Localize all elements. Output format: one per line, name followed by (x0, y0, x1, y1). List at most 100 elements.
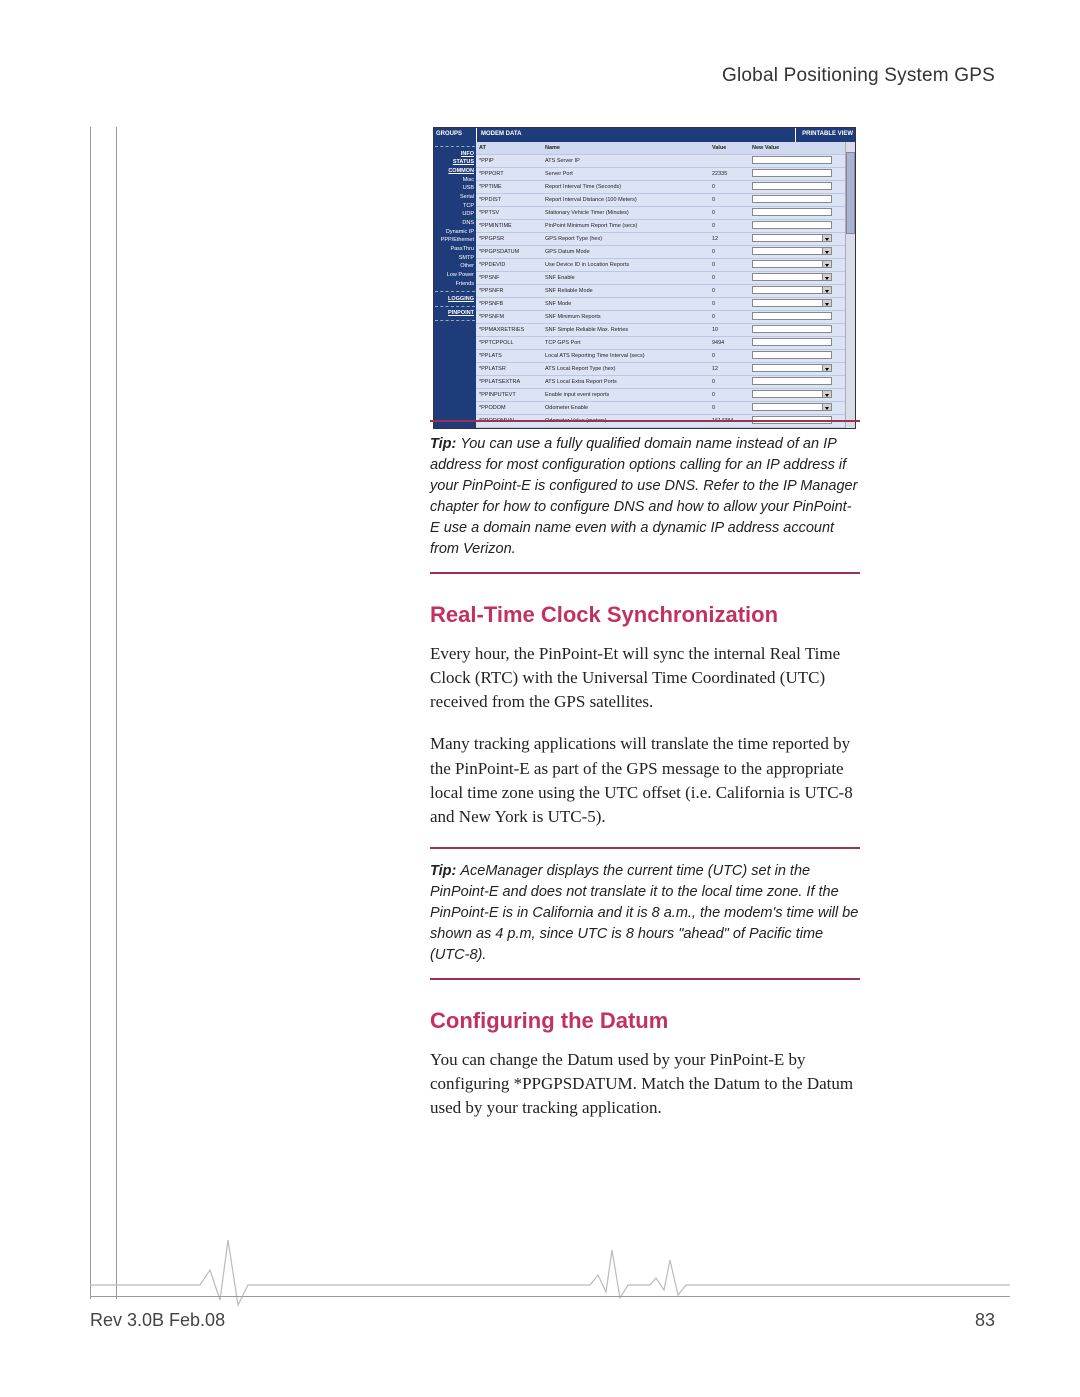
at-cell: *PPINPUTEVT (476, 392, 542, 398)
newvalue-select[interactable] (752, 364, 832, 372)
newvalue-input[interactable] (752, 338, 832, 346)
newvalue-input[interactable] (752, 195, 832, 203)
sidebar-logging[interactable]: LOGGING (435, 295, 475, 304)
newvalue-input[interactable] (752, 377, 832, 385)
newvalue-select[interactable] (752, 390, 832, 398)
newvalue-select[interactable] (752, 260, 832, 268)
newvalue-cell (749, 182, 845, 192)
value-cell: 0 (709, 301, 749, 307)
newvalue-cell (749, 351, 845, 361)
newvalue-select[interactable] (752, 234, 832, 242)
config-row: *PPTCPPOLLTCP GPS Port9494 (476, 337, 845, 350)
col-value: Value (709, 145, 749, 151)
config-row: *PPMINTIMEPinPoint Minimum Report Time (… (476, 220, 845, 233)
newvalue-cell (749, 195, 845, 205)
newvalue-cell (749, 286, 845, 296)
col-name: Name (542, 145, 709, 151)
config-row: *PPSNFMSNF Minimum Reports0 (476, 311, 845, 324)
name-cell: SNF Simple Reliable Max. Retries (542, 327, 709, 333)
rtc-paragraph-2: Many tracking applications will translat… (430, 732, 860, 829)
newvalue-select[interactable] (752, 247, 832, 255)
value-cell: 0 (709, 353, 749, 359)
config-row: *PPDEVIDUse Device ID in Location Report… (476, 259, 845, 272)
sidebar-serial[interactable]: Serial (435, 193, 475, 202)
value-cell: 0 (709, 184, 749, 190)
newvalue-select[interactable] (752, 273, 832, 281)
sidebar-common[interactable]: COMMON (435, 167, 475, 176)
name-cell: Report Interval Time (Seconds) (542, 184, 709, 190)
value-cell: 0 (709, 288, 749, 294)
name-cell: SNF Reliable Mode (542, 288, 709, 294)
heading-datum: Configuring the Datum (430, 1008, 860, 1034)
value-cell: 0 (709, 210, 749, 216)
at-cell: *PPTSV (476, 210, 542, 216)
config-row: *PPSNFSNF Enable0 (476, 272, 845, 285)
sidebar-pppeth[interactable]: PPP/Ethernet (435, 237, 475, 246)
tip-utc: Tip: AceManager displays the current tim… (430, 847, 860, 980)
newvalue-cell (749, 260, 845, 270)
sidebar-info[interactable]: INFO (435, 150, 475, 159)
newvalue-input[interactable] (752, 156, 832, 164)
ecg-decoration (90, 1230, 1010, 1310)
newvalue-input[interactable] (752, 221, 832, 229)
at-cell: *PPTIME (476, 184, 542, 190)
margin-rule-inner (116, 127, 117, 1299)
sidebar-smtp[interactable]: SMTP (435, 254, 475, 263)
newvalue-cell (749, 156, 845, 166)
value-cell: 9494 (709, 340, 749, 346)
sidebar-pinpoint[interactable]: PINPOINT (435, 310, 475, 319)
newvalue-cell (749, 377, 845, 387)
sidebar-usb[interactable]: USB (435, 185, 475, 194)
newvalue-cell (749, 221, 845, 231)
config-grid: AT Name Value New Value *PPIPATS Server … (476, 142, 845, 428)
sidebar-status[interactable]: STATUS (435, 159, 475, 168)
newvalue-input[interactable] (752, 208, 832, 216)
rtc-paragraph-1: Every hour, the PinPoint-Et will sync th… (430, 642, 860, 714)
screenshot-header: GROUPS MODEM DATA PRINTABLE VIEW (434, 128, 855, 142)
name-cell: PinPoint Minimum Report Time (secs) (542, 223, 709, 229)
sidebar-passthru[interactable]: PassThru (435, 246, 475, 255)
at-cell: *PPDEVID (476, 262, 542, 268)
value-cell: 0 (709, 197, 749, 203)
newvalue-cell (749, 299, 845, 309)
at-cell: *PPDIST (476, 197, 542, 203)
at-cell: *PPSNF (476, 275, 542, 281)
printable-view-link[interactable]: PRINTABLE VIEW (795, 128, 855, 142)
config-row: *PPDISTReport Interval Distance (100 Met… (476, 194, 845, 207)
sidebar-dns[interactable]: DNS (435, 220, 475, 229)
config-row: *PPTIMEReport Interval Time (Seconds)0 (476, 181, 845, 194)
newvalue-input[interactable] (752, 182, 832, 190)
at-cell: *PPSNFB (476, 301, 542, 307)
value-cell: 0 (709, 249, 749, 255)
config-row: *PPGPSRGPS Report Type (hex)12 (476, 233, 845, 246)
value-cell: 0 (709, 262, 749, 268)
name-cell: SNF Enable (542, 275, 709, 281)
sidebar-lowpower[interactable]: Low Power (435, 272, 475, 281)
tip-label: Tip: (430, 863, 460, 879)
name-cell: Use Device ID in Location Reports (542, 262, 709, 268)
name-cell: TCP GPS Port (542, 340, 709, 346)
scrollbar-thumb[interactable] (846, 152, 855, 234)
newvalue-input[interactable] (752, 312, 832, 320)
footer-page-number: 83 (975, 1310, 995, 1331)
value-cell: 0 (709, 314, 749, 320)
newvalue-cell (749, 247, 845, 257)
scrollbar[interactable] (845, 142, 855, 428)
at-cell: *PPSNFM (476, 314, 542, 320)
sidebar-other[interactable]: Other (435, 263, 475, 272)
at-cell: *PPMAXRETRIES (476, 327, 542, 333)
newvalue-input[interactable] (752, 325, 832, 333)
newvalue-input[interactable] (752, 351, 832, 359)
sidebar-tcp[interactable]: TCP (435, 202, 475, 211)
config-row: *PPSNFBSNF Mode0 (476, 298, 845, 311)
newvalue-input[interactable] (752, 169, 832, 177)
sidebar-udp[interactable]: UDP (435, 211, 475, 220)
newvalue-select[interactable] (752, 299, 832, 307)
name-cell: Server Port (542, 171, 709, 177)
sidebar-dynip[interactable]: Dynamic IP (435, 228, 475, 237)
sidebar-friends[interactable]: Friends (435, 280, 475, 289)
config-row: *PPIPATS Server IP (476, 155, 845, 168)
sidebar-misc[interactable]: Misc (435, 176, 475, 185)
newvalue-select[interactable] (752, 286, 832, 294)
at-cell: *PPMINTIME (476, 223, 542, 229)
